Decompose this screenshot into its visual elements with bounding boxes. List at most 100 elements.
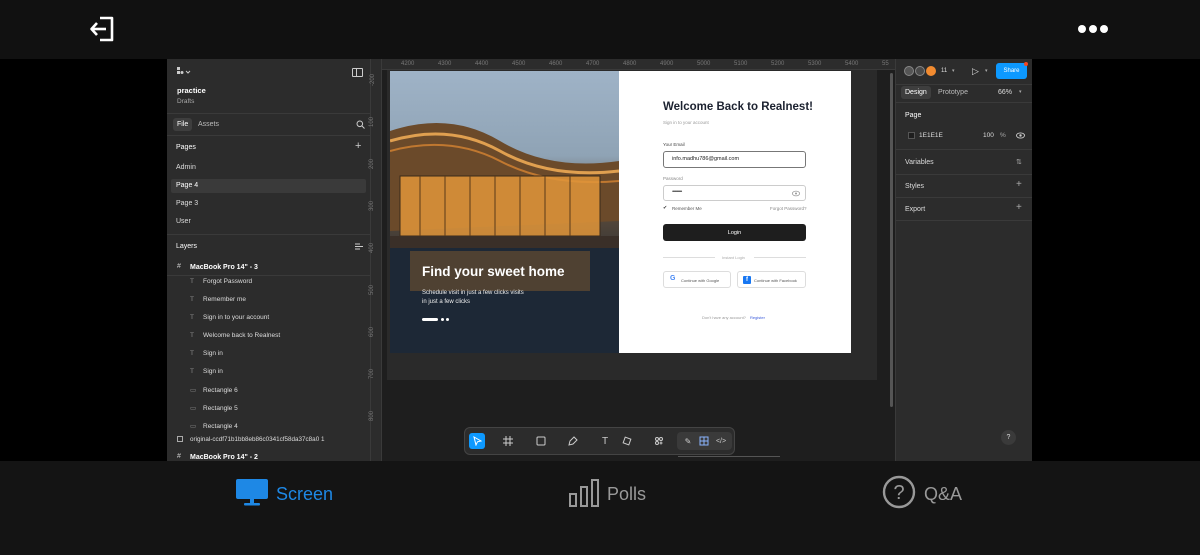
layer-item[interactable]: T Remember me xyxy=(190,296,246,303)
avatar[interactable] xyxy=(904,66,914,76)
design-mode-icon[interactable] xyxy=(696,433,712,449)
layer-item[interactable]: ▭ Rectangle 6 xyxy=(190,386,238,394)
layer-next-frame[interactable]: MacBook Pro 14" - 2 xyxy=(190,454,258,461)
more-options-icon[interactable] xyxy=(1076,22,1110,36)
layers-list-icon[interactable] xyxy=(355,243,363,250)
layer-item[interactable]: ▭ Rectangle 5 xyxy=(190,404,238,412)
layer-item-label: Rectangle 5 xyxy=(203,405,238,412)
tab-file[interactable]: File xyxy=(173,118,193,131)
pen-tool-icon[interactable] xyxy=(565,433,581,449)
components-tool-icon[interactable] xyxy=(651,433,667,449)
tab-screen[interactable]: Screen xyxy=(236,474,333,514)
dev-mode-icon[interactable]: </> xyxy=(713,433,729,449)
ruler-tick-label: 200 xyxy=(369,158,376,170)
tab-polls[interactable]: Polls xyxy=(569,474,646,514)
divider xyxy=(167,234,371,235)
user-count[interactable]: 11 xyxy=(941,68,947,74)
sidebar-toggle-icon[interactable] xyxy=(352,68,363,77)
email-field[interactable]: info.madhu786@gmail.com xyxy=(663,151,806,168)
text-tool-icon[interactable]: T xyxy=(597,433,613,449)
right-panel: 11 ▾ ▷ ▾ Share Design Prototype 66% ▾ Pa… xyxy=(895,59,1032,461)
rectangle-layer-icon: ▭ xyxy=(190,405,197,412)
variables-settings-icon[interactable]: ⇅ xyxy=(1016,158,1022,166)
remember-checkbox[interactable]: ✔ xyxy=(663,205,667,211)
login-button-label: Login xyxy=(727,229,742,236)
divider xyxy=(896,102,1032,103)
layer-item[interactable]: T Sign in xyxy=(190,368,223,375)
layer-item-label: Forgot Password xyxy=(203,278,253,285)
password-field[interactable]: •••••••••• xyxy=(663,185,806,201)
layer-item[interactable]: T Sign in to your account xyxy=(190,314,269,321)
page-item-page-3[interactable]: Page 3 xyxy=(176,200,198,207)
tab-assets[interactable]: Assets xyxy=(198,121,219,128)
figma-menu-icon[interactable] xyxy=(177,67,191,77)
rectangle-layer-icon: ▭ xyxy=(190,423,197,430)
zoom-level[interactable]: 66% xyxy=(998,89,1012,96)
frame-icon: # xyxy=(177,453,181,460)
carousel-dots[interactable] xyxy=(422,318,452,321)
present-icon[interactable]: ▷ xyxy=(972,66,979,77)
facebook-button[interactable]: f Continue with Facebook xyxy=(737,271,806,288)
bar-chart-icon xyxy=(569,477,599,512)
layer-item[interactable]: ▭ Rectangle 4 xyxy=(190,422,238,430)
export-heading[interactable]: Export xyxy=(905,206,925,213)
help-button[interactable]: ? xyxy=(1001,430,1016,445)
help-icon: ? xyxy=(1006,434,1011,441)
exit-icon[interactable] xyxy=(88,14,118,44)
signin-subtitle: Sign in to your account xyxy=(663,120,709,125)
divider xyxy=(896,174,1032,175)
register-link[interactable]: Register xyxy=(750,315,765,320)
top-bar xyxy=(0,0,1200,59)
eye-icon[interactable] xyxy=(792,190,800,197)
visibility-eye-icon[interactable] xyxy=(1016,132,1025,139)
frame-tool-icon[interactable] xyxy=(500,433,516,449)
google-button[interactable]: G Continue with Google xyxy=(663,271,731,288)
add-page-icon[interactable]: + xyxy=(355,140,361,152)
design-frame[interactable]: Find your sweet home Schedule visit in j… xyxy=(390,71,851,353)
layer-item[interactable]: T Welcome back to Realnest xyxy=(190,332,280,339)
page-color-value[interactable]: 1E1E1E xyxy=(919,132,943,139)
chevron-down-icon[interactable]: ▾ xyxy=(985,68,988,74)
divider-line-left xyxy=(663,257,715,258)
variables-heading[interactable]: Variables xyxy=(905,159,934,166)
vertical-scrollbar[interactable] xyxy=(890,73,893,407)
tab-prototype[interactable]: Prototype xyxy=(938,89,968,96)
move-tool-icon[interactable] xyxy=(469,433,485,449)
styles-heading[interactable]: Styles xyxy=(905,183,924,190)
page-item-page-4[interactable]: Page 4 xyxy=(176,182,198,189)
chevron-down-icon[interactable]: ▾ xyxy=(1019,89,1022,95)
layer-item-label: Sign in to your account xyxy=(203,314,270,321)
tab-design[interactable]: Design xyxy=(901,86,931,99)
layer-image[interactable]: original-ccdf71b1bb8eb86c0341cf58da37c8a… xyxy=(190,436,324,443)
rectangle-layer-icon: ▭ xyxy=(190,387,197,394)
page-opacity-value[interactable]: 100 xyxy=(983,132,994,139)
login-button[interactable]: Login xyxy=(663,224,806,241)
layer-root-frame[interactable]: MacBook Pro 14" - 3 xyxy=(190,264,258,271)
page-color-swatch[interactable] xyxy=(908,132,915,139)
rectangle-tool-icon[interactable] xyxy=(533,433,549,449)
share-button[interactable]: Share xyxy=(996,63,1027,79)
add-style-icon[interactable]: + xyxy=(1016,179,1022,190)
page-section-heading: Page xyxy=(905,112,922,119)
layer-item[interactable]: T Forgot Password xyxy=(190,278,252,285)
ruler-tick-label: 100 xyxy=(369,116,376,128)
layer-item-label: Rectangle 6 xyxy=(203,387,238,394)
tab-qa[interactable]: ? Q&A xyxy=(882,474,962,514)
add-export-icon[interactable]: + xyxy=(1016,202,1022,213)
design-canvas[interactable]: 4200 4300 4400 4500 4600 4700 4800 4900 5000 5100… xyxy=(369,59,895,461)
search-icon[interactable] xyxy=(356,120,365,129)
avatar[interactable] xyxy=(926,66,936,76)
forgot-password-link[interactable]: Forgot Password? xyxy=(770,206,807,211)
divider xyxy=(167,135,371,136)
avatar[interactable] xyxy=(915,66,925,76)
layer-item[interactable]: T Sign in xyxy=(190,350,223,357)
divider xyxy=(896,84,1032,85)
chevron-down-icon[interactable]: ▾ xyxy=(952,68,955,74)
file-name[interactable]: practice xyxy=(177,86,206,95)
page-item-admin[interactable]: Admin xyxy=(176,164,196,171)
ruler-tick-label: 5300 xyxy=(808,61,822,67)
shape-tool-icon[interactable] xyxy=(619,433,635,449)
draw-mode-icon[interactable]: ✎ xyxy=(680,433,696,449)
question-icon: ? xyxy=(882,475,916,514)
page-item-user[interactable]: User xyxy=(176,218,191,225)
